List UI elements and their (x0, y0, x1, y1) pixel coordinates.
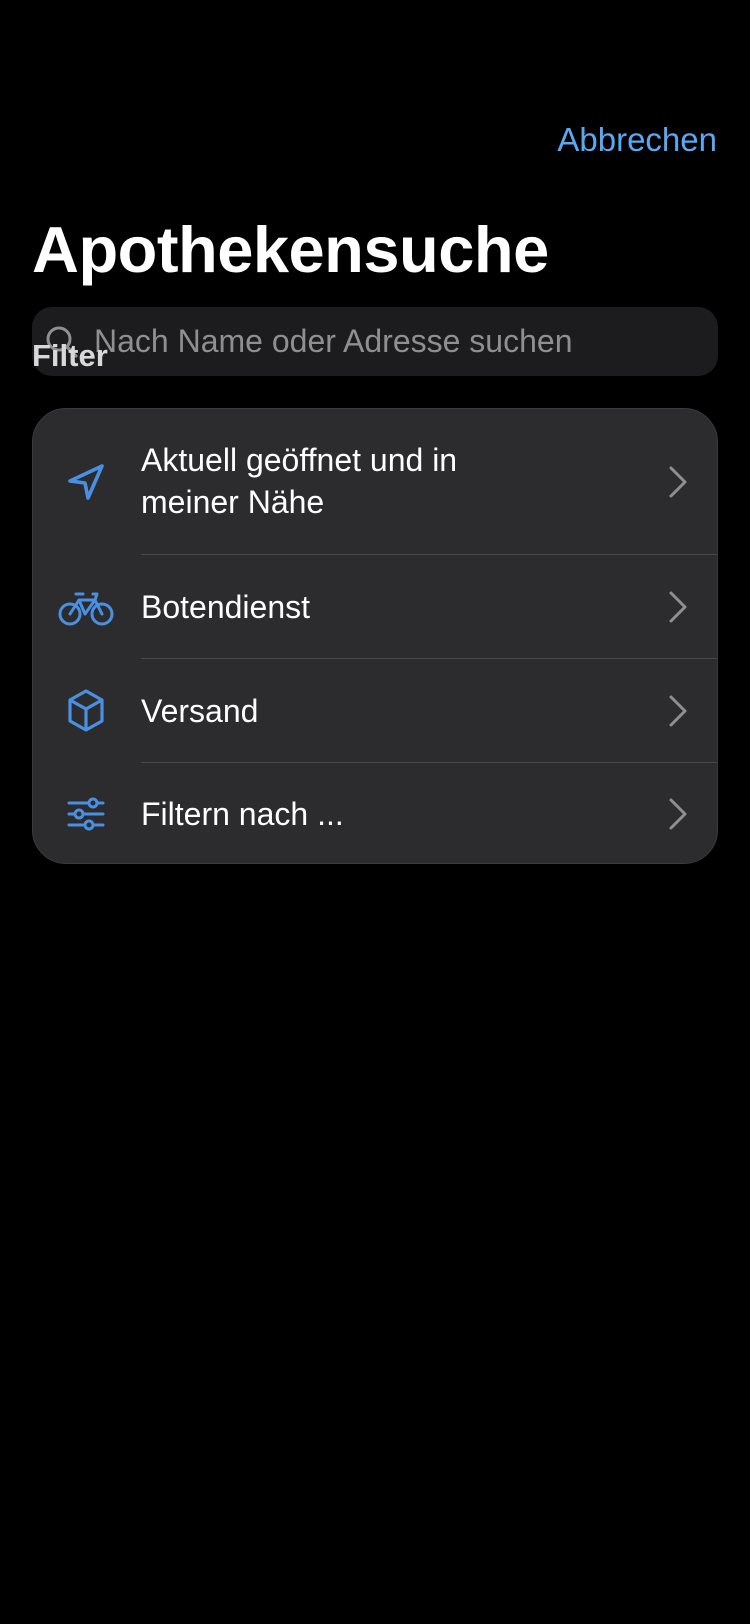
filter-item-label: Filtern nach ... (141, 796, 344, 832)
search-input[interactable] (90, 307, 704, 376)
filter-list: Aktuell geöffnet und in meiner Nähe Bote… (32, 408, 718, 864)
filter-item-courier[interactable]: Botendienst (33, 555, 717, 659)
cancel-button[interactable]: Abbrechen (557, 118, 717, 162)
chevron-right-icon (669, 695, 687, 727)
chevron-right-icon (669, 466, 687, 498)
location-arrow-icon (68, 464, 104, 500)
filter-item-label: Aktuell geöffnet und in meiner Nähe (141, 442, 458, 520)
package-icon (68, 689, 104, 732)
bicycle-icon (58, 592, 114, 626)
chevron-right-icon (669, 798, 687, 830)
chevron-right-icon (669, 591, 687, 623)
sliders-icon (67, 797, 105, 831)
filter-item-shipping[interactable]: Versand (33, 659, 717, 763)
filter-item-open-nearby[interactable]: Aktuell geöffnet und in meiner Nähe (33, 409, 717, 555)
search-field[interactable] (32, 307, 718, 376)
page-title: Apothekensuche (32, 213, 549, 286)
filter-section-header: Filter (32, 338, 108, 373)
filter-item-label: Botendienst (141, 589, 311, 625)
filter-item-label: Versand (141, 693, 259, 729)
filter-item-filter-by[interactable]: Filtern nach ... (33, 763, 717, 863)
